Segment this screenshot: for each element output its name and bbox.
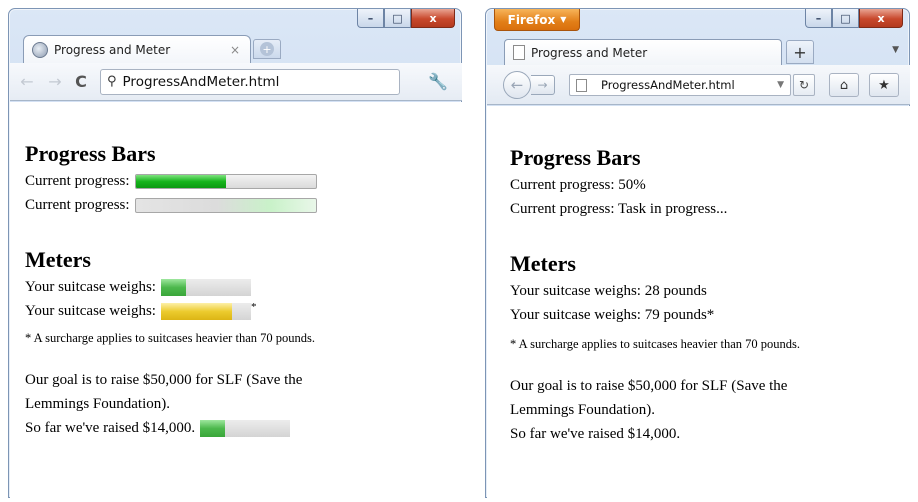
meter-fallback-2: Your suitcase weighs: 79 pounds* <box>510 307 715 323</box>
back-arrow-icon[interactable]: ← <box>503 71 531 99</box>
plus-icon: + <box>260 42 274 56</box>
meters-heading: Meters <box>25 247 91 272</box>
chevron-down-icon[interactable]: ▼ <box>777 80 784 90</box>
firefox-window: Firefox ▼ – □ x Progress and Meter + ▼ ←… <box>485 8 910 498</box>
window-controls: – □ x <box>805 9 903 28</box>
back-arrow-icon[interactable]: ← <box>16 72 38 91</box>
globe-icon <box>32 41 48 58</box>
minimize-button[interactable]: – <box>357 9 384 28</box>
address-bar[interactable]: ⚲ ProgressAndMeter.html <box>100 68 400 95</box>
progress-label: Current progress: <box>25 173 130 189</box>
firefox-toolbar: ← → ProgressAndMeter.html ▼ ↻ ⌂ ★ <box>487 65 910 105</box>
progress-bar-fill <box>135 175 226 188</box>
meter-bar <box>160 303 251 320</box>
new-tab-button[interactable]: + <box>786 40 814 64</box>
goal-line-2: Lemmings Foundation). <box>25 396 170 412</box>
progress-fallback-indeterminate: Current progress: Task in progress... <box>510 201 728 217</box>
address-text: ProgressAndMeter.html <box>122 73 280 90</box>
search-icon: ⚲ <box>107 74 117 89</box>
address-text: ProgressAndMeter.html <box>601 78 735 92</box>
meters-heading: Meters <box>510 251 576 276</box>
progress-heading: Progress Bars <box>25 141 156 166</box>
firefox-menu-button[interactable]: Firefox ▼ <box>494 9 580 31</box>
tab-title: Progress and Meter <box>531 45 648 60</box>
close-button[interactable]: x <box>411 9 455 28</box>
tab-title: Progress and Meter <box>54 42 171 57</box>
fundraising-meter <box>200 420 291 437</box>
maximize-button[interactable]: □ <box>832 9 859 28</box>
close-button[interactable]: x <box>859 9 903 28</box>
firefox-menu-label: Firefox <box>507 12 556 27</box>
progress-heading: Progress Bars <box>510 145 641 170</box>
surcharge-note: * A surcharge applies to suitcases heavi… <box>510 337 800 351</box>
meter-label: Your suitcase weighs: <box>25 303 156 319</box>
plus-icon: + <box>793 42 807 62</box>
progress-label: Current progress: <box>25 197 130 213</box>
wrench-icon[interactable]: 🔧 <box>428 72 448 91</box>
chrome-page: Progress Bars Current progress: Current … <box>10 102 462 498</box>
home-icon[interactable]: ⌂ <box>829 73 859 97</box>
reload-icon[interactable]: C <box>68 72 94 91</box>
address-bar[interactable]: ProgressAndMeter.html ▼ <box>569 74 791 96</box>
meter-fill <box>160 279 187 296</box>
raised-text: So far we've raised $14,000. <box>25 420 196 436</box>
tab-list-chevron-icon[interactable]: ▼ <box>892 45 899 55</box>
chrome-toolbar: ← → C ⚲ ProgressAndMeter.html 🔧 <box>10 63 462 101</box>
goal-line-1: Our goal is to raise $50,000 for SLF (Sa… <box>510 378 788 394</box>
goal-line-2: Lemmings Foundation). <box>510 402 655 418</box>
tab-close-icon[interactable]: × <box>230 43 240 57</box>
progress-fallback-determinate: Current progress: 50% <box>510 177 646 193</box>
meter-row-2: Your suitcase weighs: * <box>25 301 257 320</box>
meter-fill <box>160 303 233 320</box>
minimize-button[interactable]: – <box>805 9 832 28</box>
indeterminate-progress-bar <box>134 198 317 213</box>
chevron-down-icon: ▼ <box>560 15 567 24</box>
meter-bar <box>160 279 251 296</box>
surcharge-note: * A surcharge applies to suitcases heavi… <box>25 331 315 345</box>
bookmark-icon[interactable]: ★ <box>869 73 899 97</box>
raised-text: So far we've raised $14,000. <box>510 426 681 442</box>
browser-tab[interactable]: Progress and Meter <box>504 39 782 65</box>
reload-icon[interactable]: ↻ <box>793 74 815 96</box>
progress-row-determinate: Current progress: <box>25 173 317 190</box>
chrome-window: – □ x Progress and Meter × + ← → C ⚲ Pro… <box>8 8 462 498</box>
meter-fallback-1: Your suitcase weighs: 28 pounds <box>510 283 707 299</box>
browser-tab[interactable]: Progress and Meter × <box>23 35 251 63</box>
firefox-page: Progress Bars Current progress: 50% Curr… <box>487 106 910 498</box>
asterisk-marker: * <box>250 301 257 313</box>
window-controls: – □ x <box>357 9 455 28</box>
meter-fill <box>200 420 226 437</box>
maximize-button[interactable]: □ <box>384 9 411 28</box>
new-tab-button[interactable]: + <box>253 39 281 59</box>
meter-row-1: Your suitcase weighs: <box>25 279 251 296</box>
progress-bar <box>134 174 317 189</box>
forward-arrow-icon[interactable]: → <box>44 72 66 91</box>
progress-row-indeterminate: Current progress: <box>25 197 317 214</box>
goal-line-1: Our goal is to raise $50,000 for SLF (Sa… <box>25 372 303 388</box>
page-icon <box>576 78 587 92</box>
forward-arrow-icon[interactable]: → <box>531 75 555 95</box>
raised-row: So far we've raised $14,000. <box>25 420 291 437</box>
page-icon <box>513 45 525 60</box>
meter-label: Your suitcase weighs: <box>25 279 156 295</box>
